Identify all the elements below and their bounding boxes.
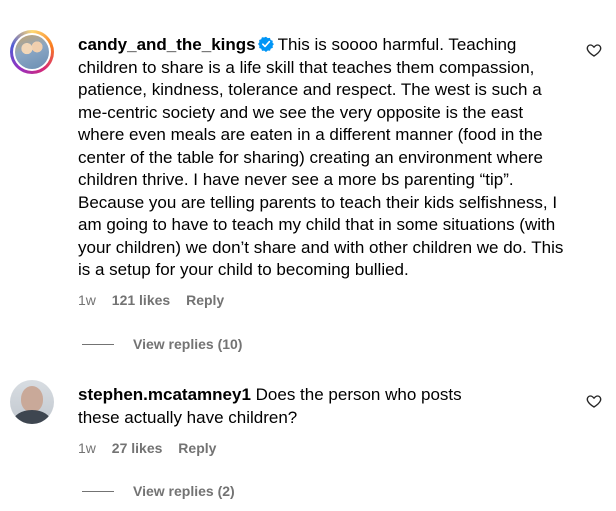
heart-icon[interactable] [586, 393, 602, 409]
reply-button[interactable]: Reply [178, 440, 216, 456]
replies-divider [82, 490, 114, 492]
comment-likes[interactable]: 27 likes [112, 440, 163, 456]
comment-meta: 1w 27 likes Reply [78, 440, 228, 456]
comment-timestamp[interactable]: 1w [78, 440, 96, 456]
comment-text-block: stephen.mcatamney1 Does the person who p… [78, 384, 498, 429]
commenter-avatar[interactable] [10, 380, 54, 424]
avatar-photo-body [13, 410, 51, 424]
comment-item: stephen.mcatamney1 Does the person who p… [0, 0, 616, 511]
comment-username[interactable]: stephen.mcatamney1 [78, 385, 251, 404]
avatar-photo [21, 386, 43, 412]
view-replies-button[interactable]: View replies (2) [82, 483, 235, 499]
view-replies-label[interactable]: View replies (2) [133, 483, 235, 499]
